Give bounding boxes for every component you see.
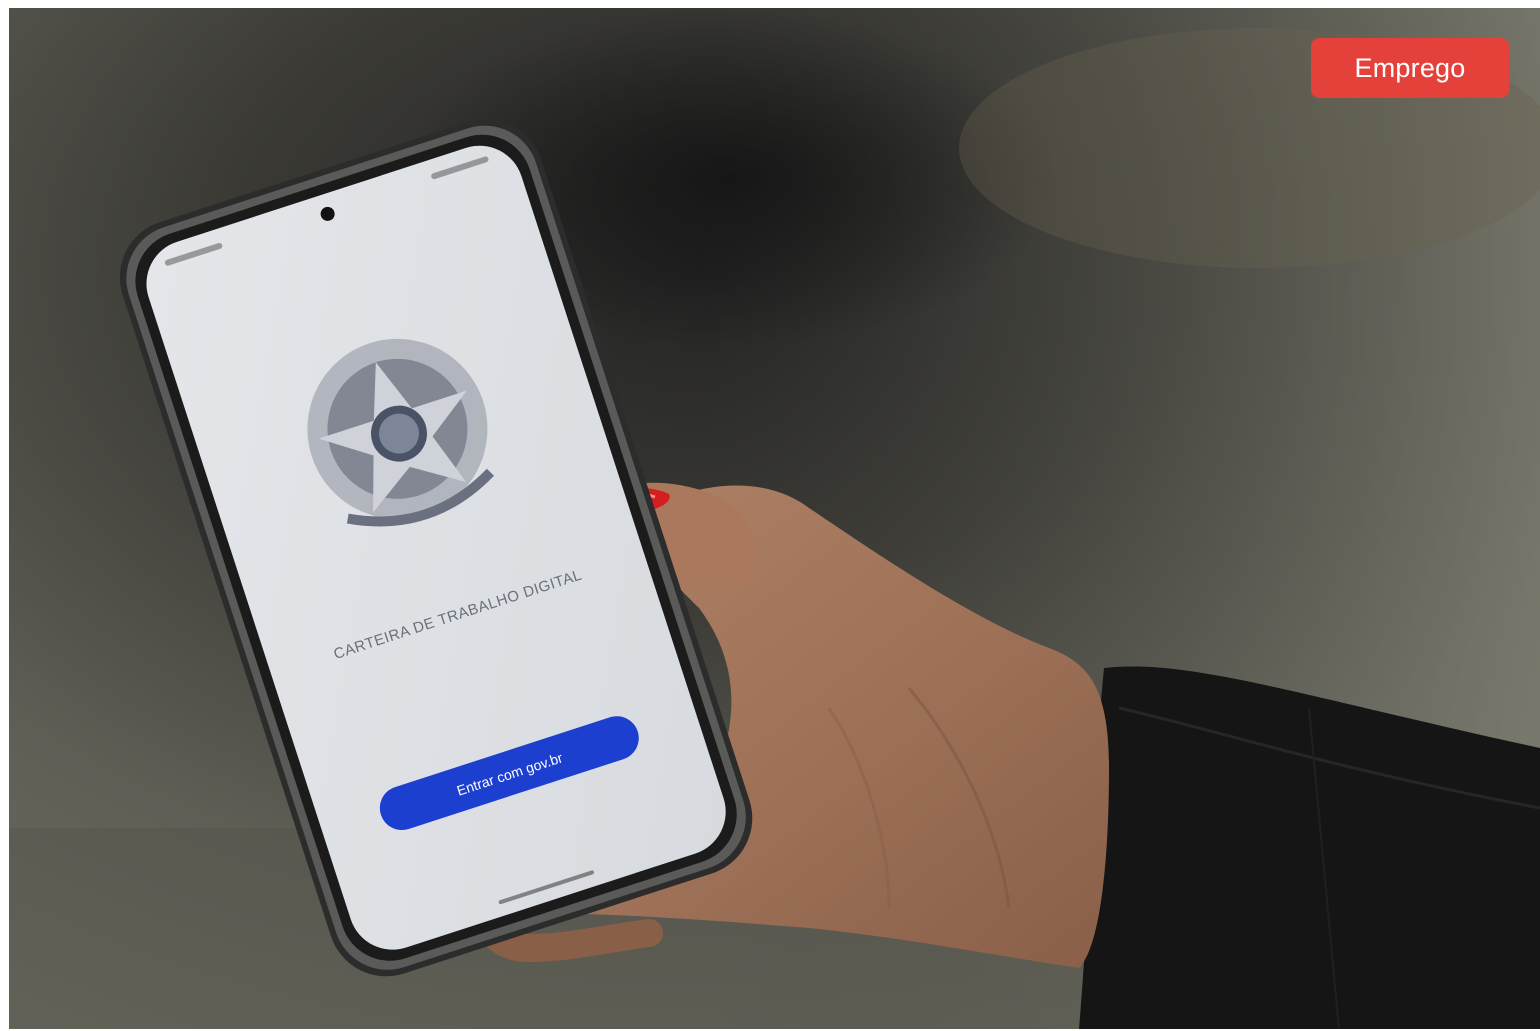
article-hero-image-frame: CARTEIRA DE TRABALHO DIGITAL Entrar com … [9, 8, 1540, 1029]
hero-photo: CARTEIRA DE TRABALHO DIGITAL Entrar com … [9, 8, 1540, 1029]
category-badge[interactable]: Emprego [1311, 38, 1509, 98]
